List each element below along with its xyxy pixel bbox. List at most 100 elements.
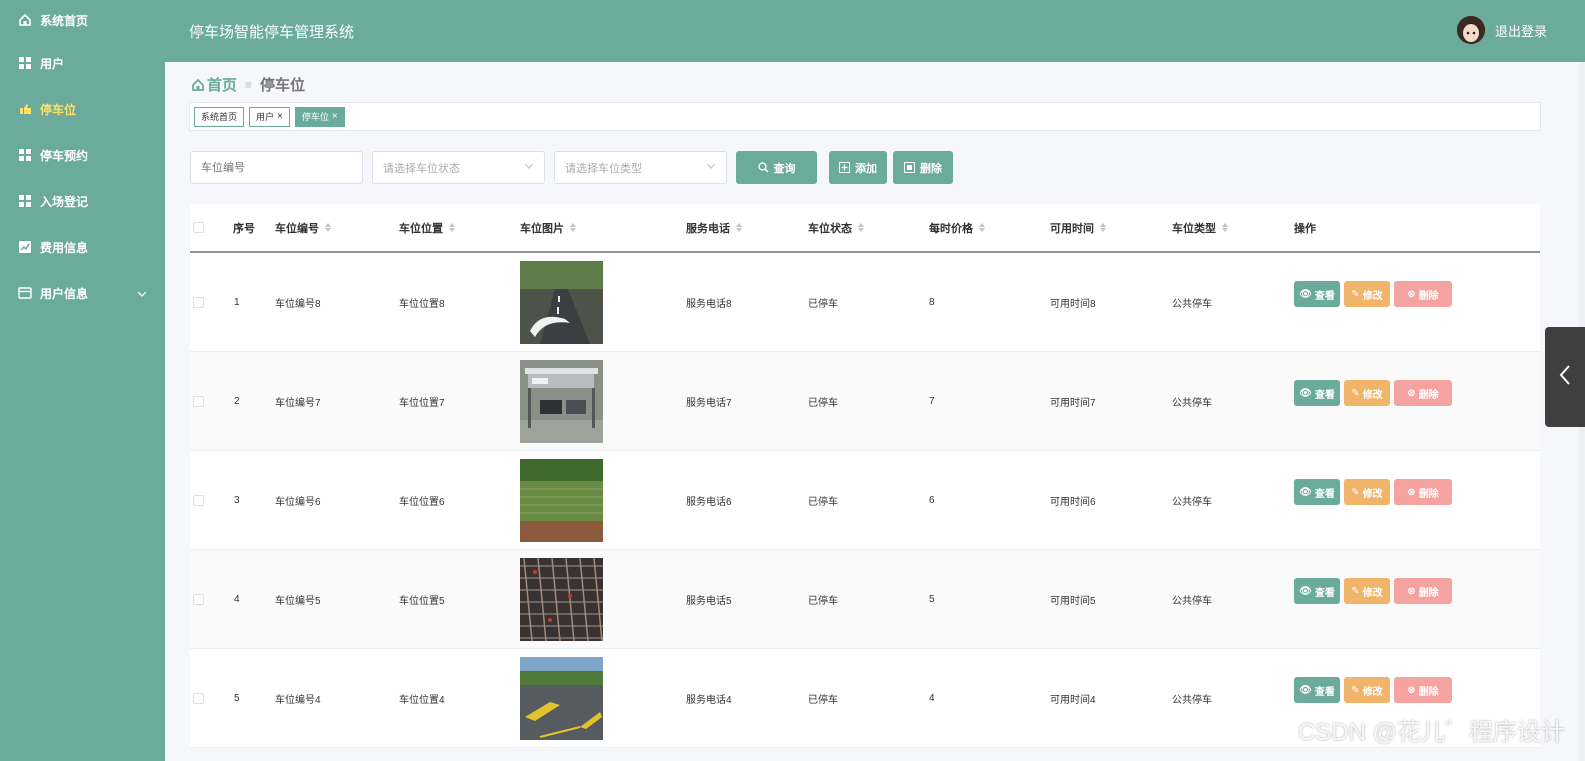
sidebar-item-label: 用户信息: [40, 286, 89, 301]
cell-location: 车位位置4: [399, 694, 445, 706]
grid-icon: [18, 194, 32, 208]
delete-button[interactable]: ⊗ 删除: [1394, 479, 1452, 505]
cell-price: 8: [929, 296, 935, 308]
row-checkbox[interactable]: [193, 253, 204, 351]
sidebar-item-label: 入场登记: [40, 194, 89, 209]
col-time[interactable]: 可用时间: [1050, 220, 1106, 236]
close-icon[interactable]: ×: [277, 111, 283, 122]
query-button[interactable]: 查询: [736, 151, 817, 184]
tag-users[interactable]: 用户 ×: [249, 106, 290, 127]
col-status[interactable]: 车位状态: [808, 220, 864, 236]
col-location[interactable]: 车位位置: [399, 220, 455, 236]
cell-phone: 服务电话5: [686, 595, 732, 607]
sort-icon[interactable]: [1100, 223, 1106, 232]
tag-home[interactable]: 系统首页: [194, 106, 245, 127]
edit-icon: ✎: [1351, 387, 1360, 399]
sidebar-item-user-info[interactable]: 用户信息: [0, 270, 165, 316]
cell-location: 车位位置7: [399, 397, 445, 409]
sidebar-item-parking[interactable]: 停车位: [0, 86, 165, 132]
edit-button[interactable]: ✎ 修改: [1344, 380, 1390, 406]
sidebar-item-fees[interactable]: 费用信息: [0, 224, 165, 270]
edit-button[interactable]: ✎ 修改: [1344, 677, 1390, 703]
col-code[interactable]: 车位编号: [275, 220, 331, 236]
sidebar-item-reservation[interactable]: 停车预约: [0, 132, 165, 178]
top-header: 停车场智能停车管理系统 退出登录: [165, 0, 1585, 62]
delete-label: 删除: [1418, 488, 1439, 500]
sort-icon[interactable]: [736, 223, 742, 232]
cell-type: 公共停车: [1172, 694, 1212, 706]
cell-status: 已停车: [808, 595, 838, 607]
cell-status: 已停车: [808, 496, 838, 508]
delete-label: 删除: [1418, 587, 1439, 599]
cell-image[interactable]: [520, 352, 603, 450]
delete-button[interactable]: ⊗ 删除: [1394, 380, 1452, 406]
cell-image[interactable]: [520, 451, 603, 549]
edit-button[interactable]: ✎ 修改: [1344, 479, 1390, 505]
view-button[interactable]: 👁 查看: [1294, 479, 1340, 505]
cell-type: 公共停车: [1172, 595, 1212, 607]
cell-image[interactable]: [520, 649, 603, 747]
view-button[interactable]: 👁 查看: [1294, 578, 1340, 604]
sidebar-item-entry[interactable]: 入场登记: [0, 178, 165, 224]
view-label: 查看: [1314, 290, 1335, 302]
cell-location: 车位位置8: [399, 298, 445, 310]
col-actions: 操作: [1294, 222, 1316, 235]
row-checkbox[interactable]: [193, 352, 204, 450]
row-checkbox[interactable]: [193, 451, 204, 549]
delete-button[interactable]: ⊗ 删除: [1394, 677, 1452, 703]
status-select[interactable]: 请选择车位状态: [372, 151, 545, 184]
card-icon: [18, 286, 32, 300]
sidebar-item-home[interactable]: 系统首页: [0, 0, 165, 40]
side-panel-toggle[interactable]: [1545, 327, 1585, 427]
cell-image[interactable]: [520, 550, 603, 648]
row-checkbox[interactable]: [193, 649, 204, 747]
cell-code: 车位编号4: [275, 694, 321, 706]
edit-button[interactable]: ✎ 修改: [1344, 281, 1390, 307]
close-circle-icon: ⊗: [1407, 387, 1416, 399]
cell-code: 车位编号6: [275, 496, 321, 508]
view-label: 查看: [1314, 389, 1335, 401]
cell-image[interactable]: [520, 253, 603, 351]
delete-label: 删除: [1418, 686, 1439, 698]
logout-link[interactable]: 退出登录: [1495, 21, 1547, 40]
sort-icon[interactable]: [449, 223, 455, 232]
sort-icon[interactable]: [858, 223, 864, 232]
view-button[interactable]: 👁 查看: [1294, 281, 1340, 307]
select-all-checkbox[interactable]: [193, 222, 204, 233]
sort-icon[interactable]: [325, 223, 331, 232]
sort-icon[interactable]: [570, 223, 576, 232]
row-checkbox[interactable]: [193, 550, 204, 648]
breadcrumb-home[interactable]: 首页: [191, 74, 237, 95]
eye-icon: 👁: [1299, 486, 1312, 498]
edit-button[interactable]: ✎ 修改: [1344, 578, 1390, 604]
row-actions: 👁 查看 ✎ 修改 ⊗ 删除: [1294, 245, 1456, 343]
type-select[interactable]: 请选择车位类型: [554, 151, 727, 184]
close-icon[interactable]: ×: [332, 111, 338, 122]
sort-icon[interactable]: [979, 223, 985, 232]
sort-icon[interactable]: [1222, 223, 1228, 232]
sidebar-item-label: 费用信息: [40, 240, 89, 255]
col-status-label: 车位状态: [808, 222, 852, 235]
code-search-input[interactable]: [190, 151, 363, 184]
col-image[interactable]: 车位图片: [520, 220, 576, 236]
col-price[interactable]: 每时价格: [929, 220, 985, 236]
search-bar: 请选择车位状态 请选择车位类型 查询 添加 删除: [190, 151, 953, 184]
grid-icon: [18, 56, 32, 70]
avatar[interactable]: [1456, 16, 1485, 44]
sidebar-item-users[interactable]: 用户: [0, 40, 165, 86]
bulk-delete-button[interactable]: 删除: [893, 151, 953, 184]
cell-phone: 服务电话4: [686, 694, 732, 706]
col-location-label: 车位位置: [399, 222, 443, 235]
view-button[interactable]: 👁 查看: [1294, 380, 1340, 406]
view-button[interactable]: 👁 查看: [1294, 677, 1340, 703]
tag-parking[interactable]: 停车位 ×: [294, 106, 345, 127]
delete-button[interactable]: ⊗ 删除: [1394, 578, 1452, 604]
breadcrumb-current: 停车位: [260, 77, 306, 94]
sidebar-item-label: 用户: [40, 56, 65, 71]
add-button[interactable]: 添加: [829, 151, 887, 184]
col-phone[interactable]: 服务电话: [686, 220, 742, 236]
edit-label: 修改: [1362, 587, 1383, 599]
col-type[interactable]: 车位类型: [1172, 220, 1228, 236]
edit-icon: ✎: [1351, 585, 1360, 597]
delete-button[interactable]: ⊗ 删除: [1394, 281, 1452, 307]
